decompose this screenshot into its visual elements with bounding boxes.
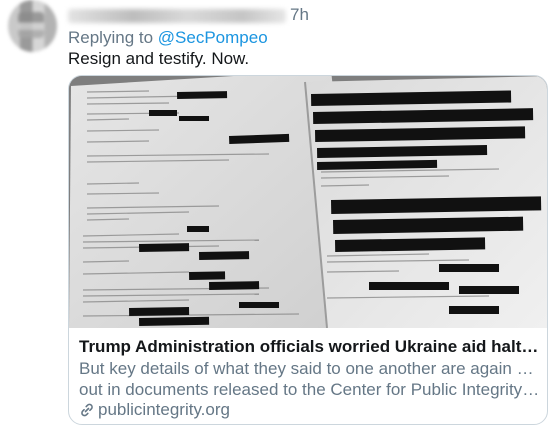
replying-to: Replying to @SecPompeo bbox=[68, 28, 268, 48]
card-title[interactable]: Trump Administration officials worried U… bbox=[79, 337, 541, 357]
redacted-documents-photo bbox=[69, 76, 547, 328]
tweet-text: Resign and testify. Now. bbox=[68, 49, 250, 68]
tweet-timestamp[interactable]: 7h bbox=[290, 5, 309, 25]
card-domain[interactable]: publicintegrity.org bbox=[79, 400, 230, 420]
link-card[interactable]: Trump Administration officials worried U… bbox=[68, 75, 548, 425]
avatar[interactable] bbox=[8, 0, 57, 52]
author-name-blurred[interactable] bbox=[68, 9, 286, 23]
card-description-line1: But key details of what they said to one… bbox=[79, 359, 541, 378]
tweet-header: 7h bbox=[68, 3, 348, 25]
card-image[interactable] bbox=[69, 76, 547, 328]
replying-prefix: Replying to bbox=[68, 28, 154, 47]
card-description-line2: out in documents released to the Center … bbox=[79, 380, 541, 399]
card-domain-text: publicintegrity.org bbox=[98, 400, 230, 419]
link-icon bbox=[79, 402, 95, 418]
reply-handle-link[interactable]: @SecPompeo bbox=[158, 28, 268, 47]
